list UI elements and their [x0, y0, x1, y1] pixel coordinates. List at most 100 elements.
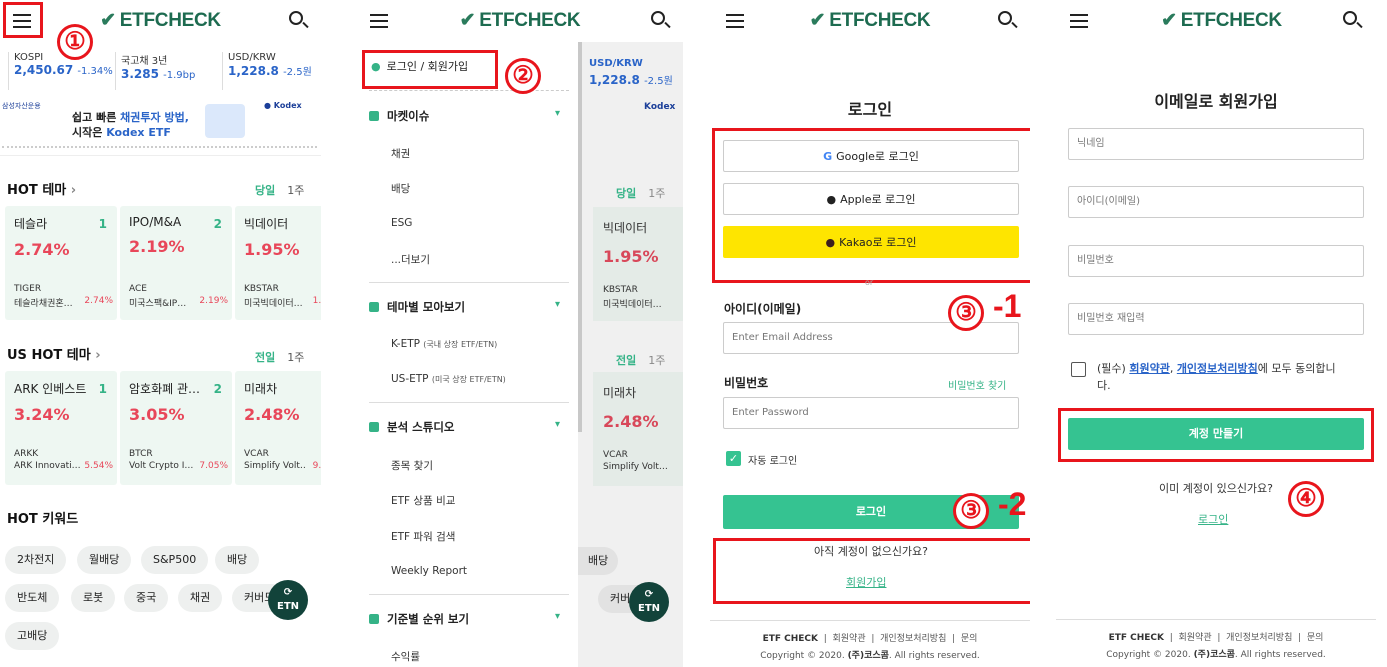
menu-item[interactable]: ...더보기 [391, 252, 430, 267]
privacy-link[interactable]: 개인정보처리방침 [1177, 362, 1258, 375]
hot-theme-title[interactable]: HOT 테마 › [7, 179, 76, 198]
card-pct: 1.95% [244, 240, 300, 259]
bg-card: 빅데이터 1.95% KBSTAR 미국빅데이터… [593, 207, 683, 321]
etn-fab[interactable]: ⟳ ETN [629, 582, 669, 622]
keyword-chip[interactable]: 로봇 [71, 584, 116, 612]
terms-link[interactable]: 회원약관 [1129, 362, 1169, 375]
card-name: 암호화폐 관… [129, 382, 201, 396]
card-name: IPO/M&A [129, 215, 182, 229]
menu-ranking[interactable]: 기준별 순위 보기 [369, 611, 469, 627]
menu-item[interactable]: ETF 상품 비교 [391, 493, 455, 508]
password-confirm-field[interactable]: 비밀번호 재입력 [1068, 303, 1364, 335]
footer-links: ETF CHECK | 회원약관 | 개인정보처리방침 | 문의 [762, 634, 978, 644]
menu-analysis-studio[interactable]: 분석 스튜디오 [369, 419, 454, 435]
email-field[interactable]: 아이디(이메일) [1068, 186, 1364, 218]
keyword-chip[interactable]: S&P500 [141, 546, 209, 574]
footer-divider [710, 620, 1030, 621]
menu-icon[interactable] [370, 14, 388, 28]
menu-item[interactable]: 수익률 [391, 649, 420, 664]
login-link[interactable]: 로그인 [1198, 511, 1228, 527]
index-bond[interactable]: 국고채 3년 3.285 -1.9bp [115, 52, 220, 90]
menu-icon[interactable] [726, 14, 744, 28]
contact-link[interactable]: 문의 [1307, 633, 1324, 643]
password-field[interactable]: 비밀번호 [1068, 245, 1364, 277]
bg-text: 전일 1주 [616, 354, 666, 367]
search-icon[interactable] [1343, 11, 1357, 25]
header: ✔ ETFCHECK [357, 0, 683, 42]
home-screen: ✔ ETFCHECK ① KOSPI 2,450.67 -1.34% 국고채 3년… [0, 0, 321, 667]
header: ✔ ETFCHECK [0, 0, 321, 42]
menu-item[interactable]: 채권 [391, 146, 410, 161]
refresh-icon: ⟳ [644, 589, 654, 600]
card-name: 빅데이터 [244, 217, 289, 231]
menu-item[interactable]: K-ETP (국내 상장 ETF/ETN) [391, 338, 497, 350]
theme-card[interactable]: 암호화폐 관… 2 3.05% BTCR Volt Crypto I… 7.05% [120, 371, 232, 485]
banner-illustration [205, 104, 245, 138]
theme-card[interactable]: IPO/M&A 2 2.19% ACE 미국스팩&IP… 2.19% [120, 206, 232, 320]
keyword-chip[interactable]: 고배당 [5, 622, 60, 650]
agree-checkbox[interactable] [1071, 362, 1086, 377]
keyword-chip[interactable]: 반도체 [5, 584, 60, 612]
etn-fab[interactable]: ⟳ ETN [268, 580, 308, 620]
index-kospi[interactable]: KOSPI 2,450.67 -1.34% [8, 52, 113, 90]
menu-icon[interactable] [1070, 14, 1088, 28]
search-icon[interactable] [998, 11, 1012, 25]
tab-week[interactable]: 1주 [287, 184, 304, 197]
keyword-chip[interactable]: 채권 [178, 584, 223, 612]
page-title: 로그인 [847, 100, 893, 119]
highlight-box [362, 50, 498, 89]
theme-card[interactable]: 빅데이터 1.95% KBSTAR 미국빅데이터… 1.9 [235, 206, 321, 320]
menu-market-issue[interactable]: 마켓이슈 [369, 108, 429, 124]
scrollbar[interactable] [578, 42, 582, 432]
step-badge: ③ [953, 493, 989, 529]
index-usdkrw[interactable]: USD/KRW 1,228.8 -2.5원 [222, 52, 321, 90]
menu-item[interactable]: 배당 [391, 181, 410, 196]
chevron-down-icon[interactable]: ▾ [555, 108, 560, 119]
page-title: 이메일로 회원가입 [1154, 92, 1278, 111]
menu-item[interactable]: ESG [391, 217, 412, 229]
card-pct: 2.48% [244, 405, 300, 424]
keyword-chip[interactable]: 배당 [215, 546, 260, 574]
logo[interactable]: ✔ ETFCHECK [1161, 9, 1282, 32]
menu-item[interactable]: US-ETP (미국 상장 ETF/ETN) [391, 373, 506, 385]
menu-item[interactable]: ETF 파워 검색 [391, 529, 455, 544]
theme-card[interactable]: ARK 인베스트 1 3.24% ARKK ARK Innovati… 5.54% [5, 371, 117, 485]
logo[interactable]: ✔ ETFCHECK [810, 9, 931, 32]
keyword-chip[interactable]: 월배당 [77, 546, 132, 574]
tab-prev-day[interactable]: 전일 [255, 351, 275, 364]
contact-link[interactable]: 문의 [961, 634, 978, 644]
privacy-link[interactable]: 개인정보처리방침 [880, 634, 946, 644]
tab-week[interactable]: 1주 [287, 351, 304, 364]
logo[interactable]: ✔ ETFCHECK [100, 9, 221, 32]
search-icon[interactable] [651, 11, 665, 25]
menu-item[interactable]: 종목 찾기 [391, 458, 433, 473]
privacy-link[interactable]: 개인정보처리방침 [1226, 633, 1292, 643]
highlight-box [3, 2, 43, 38]
us-hot-theme-title[interactable]: US HOT 테마 › [7, 344, 101, 363]
search-icon[interactable] [289, 11, 303, 25]
keyword-chip[interactable]: 2차전지 [5, 546, 67, 574]
menu-theme-collection[interactable]: 테마별 모아보기 [369, 299, 465, 315]
dimmed-background[interactable]: USD/KRW 1,228.8 -2.5원 Kodex 당일 1주 빅데이터 1.… [578, 42, 683, 667]
ad-banner[interactable]: 삼성자산운용 ● Kodex 쉽고 빠른 채권투자 방법, 시작은 Kodex … [0, 98, 321, 156]
keyword-chip[interactable]: 중국 [124, 584, 169, 612]
chevron-down-icon[interactable]: ▾ [555, 419, 560, 430]
login-screen: ✔ ETFCHECK 로그인 G Google로 로그인 ● Apple로 로그인 ●… [710, 0, 1030, 667]
tab-today[interactable]: 당일 [255, 184, 275, 197]
card-fund-pct: 2.74% [84, 296, 113, 306]
theme-card[interactable]: 테슬라 1 2.74% TIGER 테슬라채권혼… 2.74% [5, 206, 117, 320]
logo[interactable]: ✔ ETFCHECK [460, 9, 581, 32]
menu-item[interactable]: Weekly Report [391, 565, 467, 577]
terms-link[interactable]: 회원약관 [1179, 633, 1212, 643]
chevron-down-icon[interactable]: ▾ [555, 611, 560, 622]
chevron-down-icon[interactable]: ▾ [555, 299, 560, 310]
banner-line2: 시작은 Kodex ETF [72, 126, 171, 139]
terms-link[interactable]: 회원약관 [833, 634, 866, 644]
card-fund: Volt Crypto I… [129, 461, 194, 471]
theme-card[interactable]: 미래차 2.48% VCAR Simplify Volt… 9.7 [235, 371, 321, 485]
auto-login-checkbox[interactable]: ✓ [726, 451, 741, 466]
highlight-box [713, 538, 1030, 604]
password-field[interactable]: Enter Password [723, 397, 1019, 429]
nickname-field[interactable]: 닉네임 [1068, 128, 1364, 160]
find-password-link[interactable]: 비밀번호 찾기 [948, 377, 1006, 392]
